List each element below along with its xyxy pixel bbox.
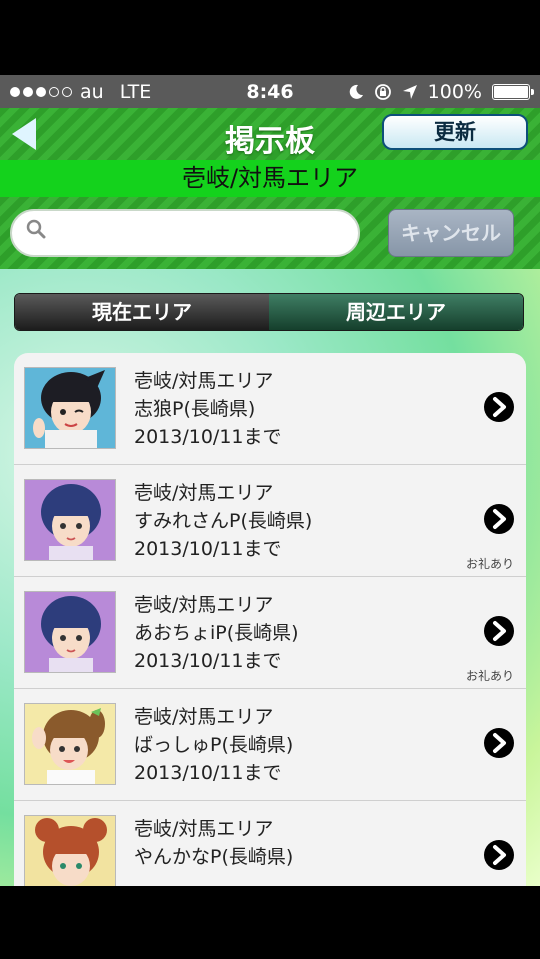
- item-area: 壱岐/対馬エリア: [134, 370, 274, 392]
- item-name: 志狼P(長崎県): [134, 398, 256, 420]
- item-area: 壱岐/対馬エリア: [134, 818, 274, 840]
- area-segmented-control: 現在エリア 周辺エリア: [14, 293, 524, 331]
- list-item-text: 壱岐/対馬エリア すみれさんP(長崎県) 2013/10/11まで: [134, 479, 312, 563]
- list-item[interactable]: 壱岐/対馬エリア やんかなP(長崎県): [14, 801, 526, 886]
- location-arrow-icon: [402, 85, 417, 99]
- item-name: あおちょiP(長崎県): [134, 622, 299, 644]
- moon-icon: [349, 84, 363, 99]
- list-item[interactable]: 壱岐/対馬エリア 志狼P(長崎県) 2013/10/11まで: [14, 353, 526, 465]
- chevron-right-icon[interactable]: [484, 728, 514, 758]
- tab-nearby-area[interactable]: 周辺エリア: [269, 294, 523, 330]
- chevron-right-icon[interactable]: [484, 616, 514, 646]
- status-right: 100%: [348, 81, 534, 103]
- item-area: 壱岐/対馬エリア: [134, 594, 274, 616]
- board-list: 壱岐/対馬エリア 志狼P(長崎県) 2013/10/11まで 壱岐/対馬エリア …: [14, 353, 526, 886]
- thanks-badge: お礼あり: [465, 669, 514, 683]
- status-bar: au LTE 8:46 100%: [0, 75, 540, 108]
- thanks-badge: お礼あり: [465, 557, 514, 571]
- list-item[interactable]: 壱岐/対馬エリア あおちょiP(長崎県) 2013/10/11まで お礼あり: [14, 577, 526, 689]
- item-area: 壱岐/対馬エリア: [134, 482, 274, 504]
- search-bar: キャンセル: [0, 197, 540, 269]
- avatar: [24, 479, 116, 561]
- chevron-right-icon[interactable]: [484, 840, 514, 870]
- list-item[interactable]: 壱岐/対馬エリア すみれさんP(長崎県) 2013/10/11まで お礼あり: [14, 465, 526, 577]
- cancel-button[interactable]: キャンセル: [388, 209, 514, 257]
- item-date: 2013/10/11まで: [134, 762, 282, 784]
- item-area: 壱岐/対馬エリア: [134, 706, 274, 728]
- chevron-right-icon[interactable]: [484, 504, 514, 534]
- rotation-lock-icon: [374, 84, 391, 100]
- search-icon: [26, 219, 46, 239]
- avatar: [24, 815, 116, 886]
- list-item-text: 壱岐/対馬エリア やんかなP(長崎県): [134, 815, 293, 871]
- search-field[interactable]: [10, 209, 360, 257]
- navigation-bar: 掲示板 更新: [0, 108, 540, 160]
- chevron-right-icon[interactable]: [484, 392, 514, 422]
- battery-icon: [492, 84, 534, 100]
- avatar: [24, 591, 116, 673]
- refresh-button[interactable]: 更新: [382, 114, 528, 150]
- content-area: 現在エリア 周辺エリア 壱岐/対馬エリア 志狼P(長崎県) 2013/10/11…: [0, 269, 540, 886]
- tab-current-area[interactable]: 現在エリア: [15, 294, 269, 330]
- item-date: 2013/10/11まで: [134, 538, 282, 560]
- item-name: ばっしゅP(長崎県): [134, 734, 294, 756]
- item-name: やんかなP(長崎県): [134, 846, 294, 868]
- item-date: 2013/10/11まで: [134, 426, 282, 448]
- item-date: 2013/10/11まで: [134, 650, 282, 672]
- item-name: すみれさんP(長崎県): [134, 510, 313, 532]
- list-item[interactable]: 壱岐/対馬エリア ばっしゅP(長崎県) 2013/10/11まで: [14, 689, 526, 801]
- battery-percent: 100%: [427, 81, 482, 103]
- avatar: [24, 367, 116, 449]
- list-item-text: 壱岐/対馬エリア あおちょiP(長崎県) 2013/10/11まで: [134, 591, 299, 675]
- area-title: 壱岐/対馬エリア: [0, 160, 540, 197]
- avatar: [24, 703, 116, 785]
- list-item-text: 壱岐/対馬エリア ばっしゅP(長崎県) 2013/10/11まで: [134, 703, 293, 787]
- list-item-text: 壱岐/対馬エリア 志狼P(長崎県) 2013/10/11まで: [134, 367, 282, 451]
- app-screen: au LTE 8:46 100% 掲示板 更新 壱岐/対馬エリア キャンセル 現…: [0, 75, 540, 886]
